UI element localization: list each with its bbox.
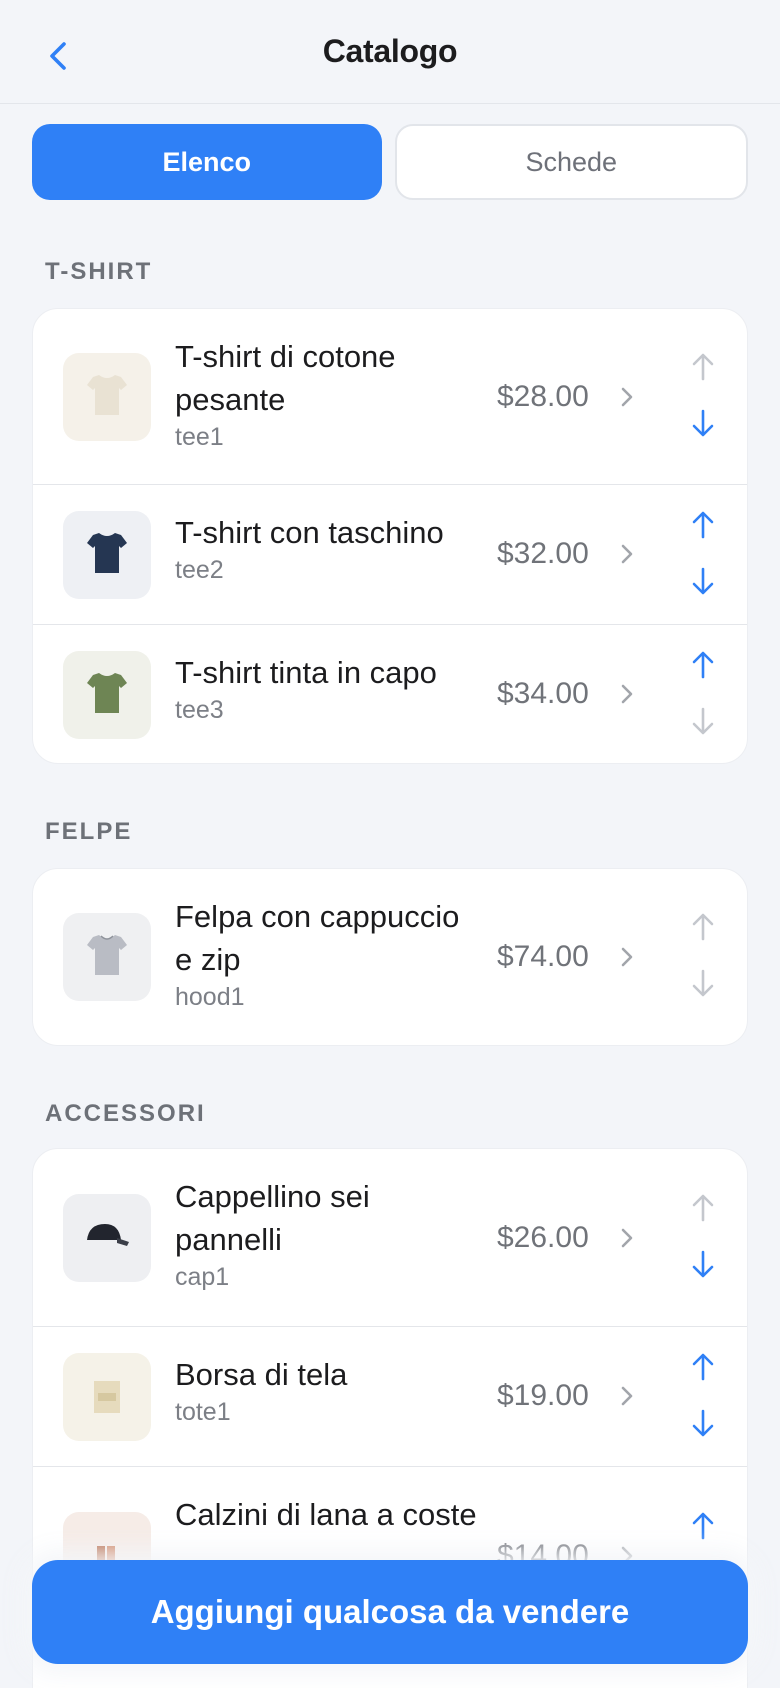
arrow-up-icon xyxy=(687,911,719,948)
product-thumbnail xyxy=(63,651,151,739)
product-thumbnail xyxy=(63,1194,151,1282)
arrow-down-icon xyxy=(687,1248,719,1285)
hoodie-icon xyxy=(85,931,129,984)
product-thumbnail xyxy=(63,1353,151,1441)
tab-elenco[interactable]: Elenco xyxy=(32,124,382,200)
nav-header: Catalogo xyxy=(0,0,780,104)
tshirt-icon xyxy=(85,529,129,582)
chevron-right-icon[interactable] xyxy=(617,384,637,410)
arrow-up-icon xyxy=(687,1351,719,1388)
move-up-button[interactable] xyxy=(687,1512,719,1544)
list-item[interactable]: T-shirt tinta in capo tee3 $34.00 xyxy=(33,625,747,763)
product-price: $26.00 xyxy=(497,1221,589,1254)
arrow-down-icon xyxy=(687,407,719,444)
product-price: $28.00 xyxy=(497,380,589,413)
product-thumbnail xyxy=(63,353,151,441)
chevron-right-icon[interactable] xyxy=(617,944,637,970)
product-name: Calzini di lana a coste xyxy=(175,1497,477,1532)
product-thumbnail xyxy=(63,511,151,599)
product-sku: tee1 xyxy=(175,423,224,451)
view-segmented-control: Elenco Schede xyxy=(32,124,748,200)
chevron-right-icon[interactable] xyxy=(617,1383,637,1409)
tshirt-icon xyxy=(85,669,129,722)
cap-icon xyxy=(83,1216,131,1261)
move-down-button[interactable] xyxy=(687,707,719,739)
product-name: T-shirt con taschino xyxy=(175,515,444,550)
arrow-down-icon xyxy=(687,1407,719,1444)
move-down-button[interactable] xyxy=(687,1409,719,1441)
product-name: T-shirt di cotone pesante xyxy=(175,339,396,417)
chevron-right-icon[interactable] xyxy=(617,541,637,567)
arrow-down-icon xyxy=(687,565,719,602)
list-item[interactable]: Cappellino sei pannelli cap1 $26.00 xyxy=(33,1149,747,1327)
move-down-button[interactable] xyxy=(687,409,719,441)
product-sku: tote1 xyxy=(175,1398,231,1426)
arrow-up-icon xyxy=(687,1192,719,1229)
list-item[interactable]: Felpa con cappuccio e zip hood1 $74.00 xyxy=(33,869,747,1045)
section-title-felpe: FELPE xyxy=(45,818,133,845)
tab-schede[interactable]: Schede xyxy=(394,124,748,200)
list-item[interactable]: Borsa di tela tote1 $19.00 xyxy=(33,1327,747,1467)
product-name: Borsa di tela xyxy=(175,1357,348,1392)
product-price: $74.00 xyxy=(497,940,589,973)
move-up-button[interactable] xyxy=(687,651,719,683)
product-price: $32.00 xyxy=(497,537,589,570)
product-name: Cappellino sei pannelli xyxy=(175,1179,370,1257)
product-sku: hood1 xyxy=(175,983,245,1011)
move-up-button[interactable] xyxy=(687,1353,719,1385)
product-price: $19.00 xyxy=(497,1379,589,1412)
arrow-up-icon xyxy=(687,351,719,388)
product-sku: tee3 xyxy=(175,696,224,724)
chevron-left-icon xyxy=(50,42,66,70)
move-up-button[interactable] xyxy=(687,353,719,385)
move-up-button[interactable] xyxy=(687,511,719,543)
list-item[interactable]: T-shirt con taschino tee2 $32.00 xyxy=(33,485,747,625)
tshirt-icon xyxy=(85,371,129,424)
product-price: $34.00 xyxy=(497,677,589,710)
section-card-tshirt: T-shirt di cotone pesante tee1 $28.00 T-… xyxy=(32,308,748,764)
product-thumbnail xyxy=(63,913,151,1001)
section-title-tshirt: T-SHIRT xyxy=(45,258,153,285)
tote-bag-icon xyxy=(87,1373,127,1422)
move-up-button[interactable] xyxy=(687,1194,719,1226)
arrow-up-icon xyxy=(687,649,719,686)
arrow-down-icon xyxy=(687,705,719,742)
chevron-right-icon[interactable] xyxy=(617,681,637,707)
page-title: Catalogo xyxy=(322,33,458,69)
product-sku: tee2 xyxy=(175,556,224,584)
move-up-button[interactable] xyxy=(687,913,719,945)
arrow-down-icon xyxy=(687,967,719,1004)
move-down-button[interactable] xyxy=(687,567,719,599)
arrow-up-icon xyxy=(687,509,719,546)
add-item-button[interactable]: Aggiungi qualcosa da vendere xyxy=(32,1560,748,1664)
product-name: Felpa con cappuccio e zip xyxy=(175,899,460,977)
back-button[interactable] xyxy=(38,34,78,78)
arrow-up-icon xyxy=(687,1510,719,1547)
move-down-button[interactable] xyxy=(687,1250,719,1282)
product-sku: cap1 xyxy=(175,1263,230,1291)
chevron-right-icon[interactable] xyxy=(617,1225,637,1251)
section-card-felpe: Felpa con cappuccio e zip hood1 $74.00 xyxy=(32,868,748,1046)
move-down-button[interactable] xyxy=(687,969,719,1001)
product-name: T-shirt tinta in capo xyxy=(175,655,437,690)
list-item[interactable]: T-shirt di cotone pesante tee1 $28.00 xyxy=(33,309,747,485)
section-title-accessori: ACCESSORI xyxy=(45,1100,206,1127)
